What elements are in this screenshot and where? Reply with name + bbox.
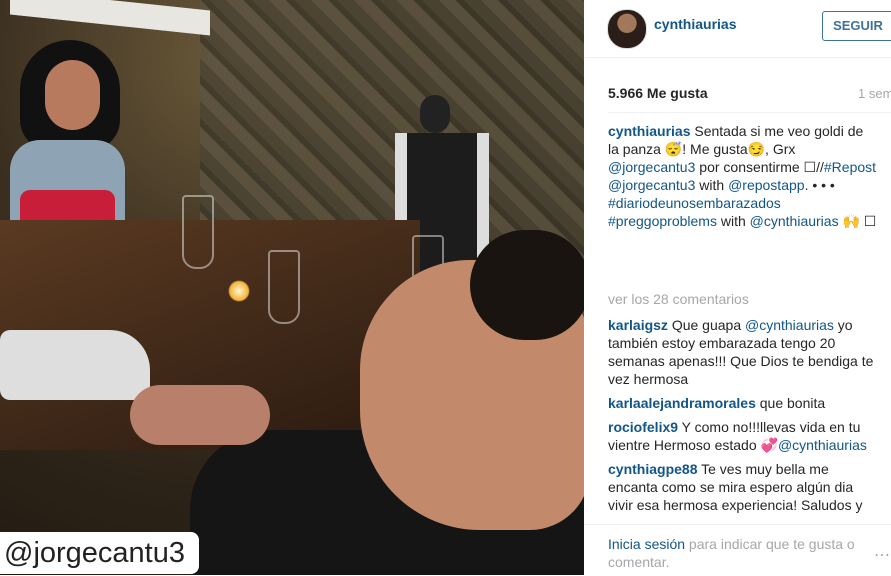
post-sidebar: cynthiaurias SEGUIR 5.966 Me gusta 1 sem… <box>584 0 891 575</box>
caption-mention[interactable]: @jorgecantu3 <box>608 159 695 175</box>
comment: cynthiagpe88 Te ves muy bella me encanta… <box>608 460 878 514</box>
comment: rociofelix9 Y como no!!!llevas vida en t… <box>608 418 878 454</box>
lamp <box>10 0 210 36</box>
wine-glass <box>268 250 300 324</box>
caption-mention[interactable]: @cynthiaurias <box>750 213 839 229</box>
comment: karlaalejandramorales que bonita <box>608 394 878 412</box>
wine-glass <box>182 195 214 269</box>
caption-mention[interactable]: @jorgecantu3 <box>608 177 695 193</box>
login-link[interactable]: Inicia sesión <box>608 536 685 552</box>
comment-username[interactable]: karlaigsz <box>608 317 668 333</box>
post-photo[interactable]: @jorgecantu3 <box>0 0 584 575</box>
candle <box>228 280 250 302</box>
caption-mention[interactable]: @repostapp <box>728 177 804 193</box>
woman-figure <box>10 40 125 270</box>
napkin <box>0 330 150 400</box>
comment: karlaigsz Que guapa @cynthiaurias yo tam… <box>608 316 878 388</box>
caption-hashtag[interactable]: #diariodeunosembarazados <box>608 195 781 211</box>
caption-hashtag[interactable]: #Repost <box>824 159 876 175</box>
comment-text: que bonita <box>755 395 826 411</box>
post-caption: cynthiaurias Sentada si me veo goldi de … <box>608 122 878 230</box>
comment-mention[interactable]: @cynthiaurias <box>778 437 867 453</box>
avatar[interactable] <box>607 9 647 49</box>
comment-username[interactable]: karlaalejandramorales <box>608 395 756 411</box>
caption-hashtag[interactable]: #preggoproblems <box>608 213 717 229</box>
comment-text: Que guapa <box>667 317 745 333</box>
divider <box>608 112 891 113</box>
comment-list: karlaigsz Que guapa @cynthiaurias yo tam… <box>608 316 878 520</box>
follow-button[interactable]: SEGUIR <box>822 11 891 41</box>
post-time[interactable]: 1 sem <box>858 86 891 101</box>
repost-watermark: @jorgecantu3 <box>0 532 199 574</box>
caption-text: 🙌 ☐ <box>838 213 877 229</box>
man-figure <box>190 230 584 575</box>
caption-text: . • • • <box>804 177 835 193</box>
comment-username[interactable]: rociofelix9 <box>608 419 678 435</box>
caption-text: with <box>695 177 729 193</box>
comment-username[interactable]: cynthiagpe88 <box>608 461 697 477</box>
caption-text: with <box>716 213 750 229</box>
comment-mention[interactable]: @cynthiaurias <box>745 317 834 333</box>
ellipsis-icon[interactable]: ⋯ <box>874 545 890 565</box>
hand <box>130 385 270 445</box>
view-comments-link[interactable]: ver los 28 comentarios <box>608 291 749 307</box>
likes-count[interactable]: 5.966 Me gusta <box>608 85 708 101</box>
caption-text: por consentirme ☐// <box>695 159 824 175</box>
login-prompt: Inicia sesión para indicar que te gusta … <box>608 535 873 571</box>
post-footer: Inicia sesión para indicar que te gusta … <box>584 524 891 576</box>
header-username[interactable]: cynthiaurias <box>654 16 736 32</box>
caption-username[interactable]: cynthiaurias <box>608 123 690 139</box>
post-header: cynthiaurias SEGUIR <box>584 0 891 58</box>
